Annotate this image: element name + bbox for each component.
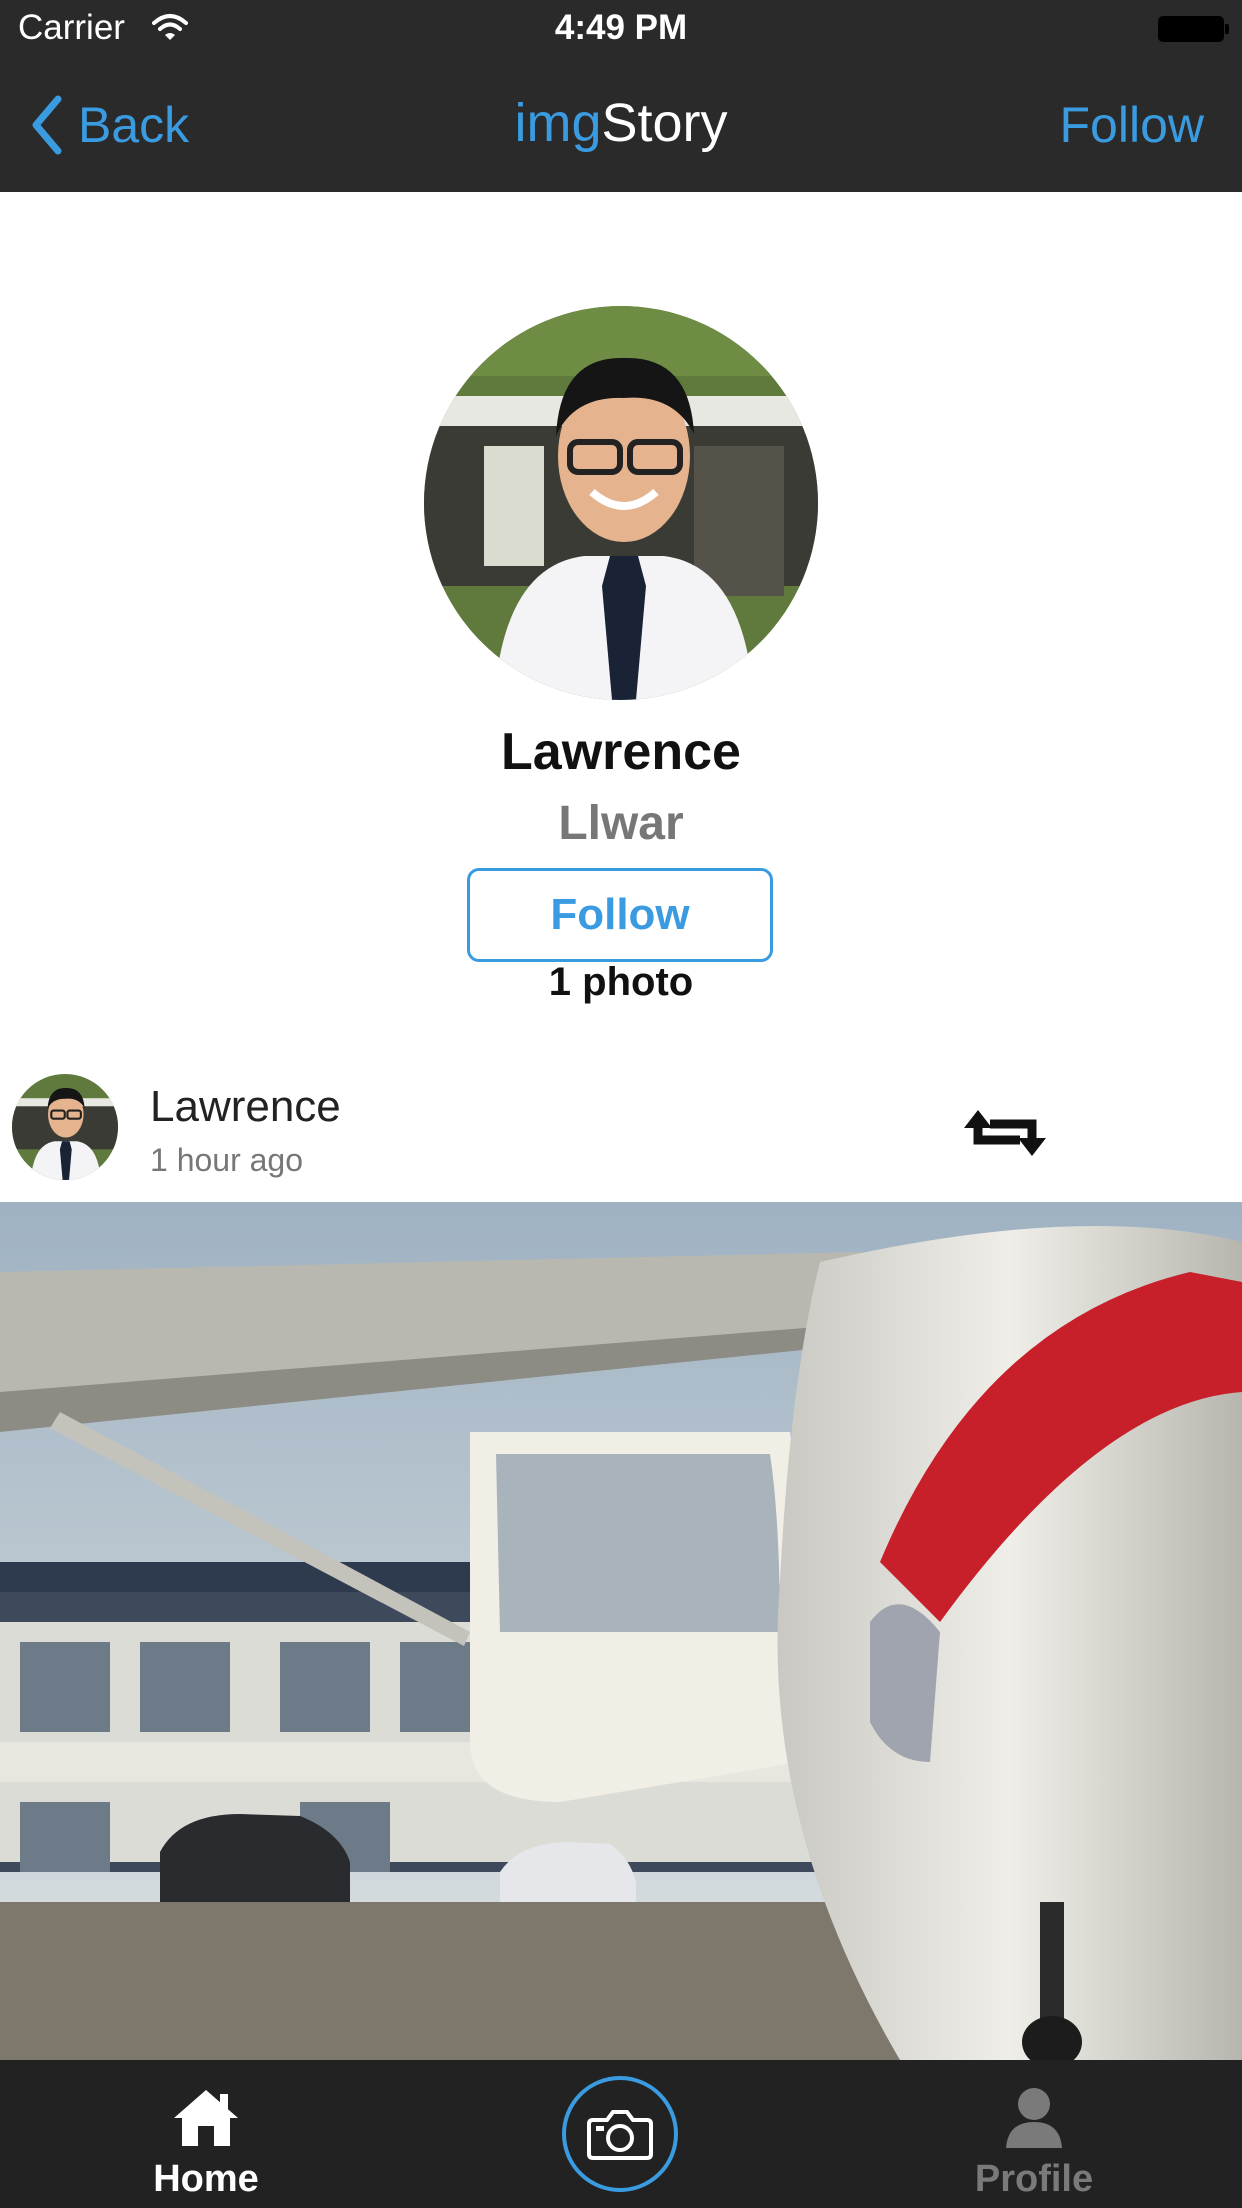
status-time: 4:49 PM bbox=[554, 8, 688, 47]
status-bar: Carrier 4:49 PM bbox=[0, 0, 1242, 60]
post-author-avatar[interactable] bbox=[12, 1074, 118, 1180]
camera-icon bbox=[587, 2110, 653, 2160]
profile-avatar bbox=[424, 306, 818, 700]
post-timestamp: 1 hour ago bbox=[150, 1142, 304, 1178]
tab-home[interactable]: Home bbox=[96, 2060, 316, 2208]
photo-count: 1 photo bbox=[548, 960, 694, 1004]
home-icon bbox=[174, 2090, 238, 2146]
app-title-part2: Story bbox=[601, 93, 728, 153]
follow-button[interactable]: Follow bbox=[467, 868, 773, 962]
tab-home-label: Home bbox=[153, 2158, 259, 2200]
post-author-name[interactable]: Lawrence bbox=[150, 1082, 341, 1132]
person-icon bbox=[1006, 2088, 1062, 2148]
nav-follow-button[interactable]: Follow bbox=[1060, 96, 1204, 154]
battery-icon bbox=[1158, 16, 1229, 42]
profile-handle: Llwar bbox=[558, 797, 684, 850]
tab-profile-label: Profile bbox=[974, 2158, 1094, 2200]
profile-name: Lawrence bbox=[501, 723, 741, 781]
camera-button[interactable] bbox=[562, 2076, 678, 2192]
repost-icon[interactable] bbox=[958, 1100, 1052, 1166]
app-title: imgStory bbox=[0, 92, 1242, 154]
navigation-bar: Back imgStory Follow bbox=[0, 60, 1242, 192]
tab-profile[interactable]: Profile bbox=[924, 2060, 1144, 2208]
app-title-part1: img bbox=[514, 93, 602, 153]
post-photo[interactable] bbox=[0, 1202, 1242, 2060]
